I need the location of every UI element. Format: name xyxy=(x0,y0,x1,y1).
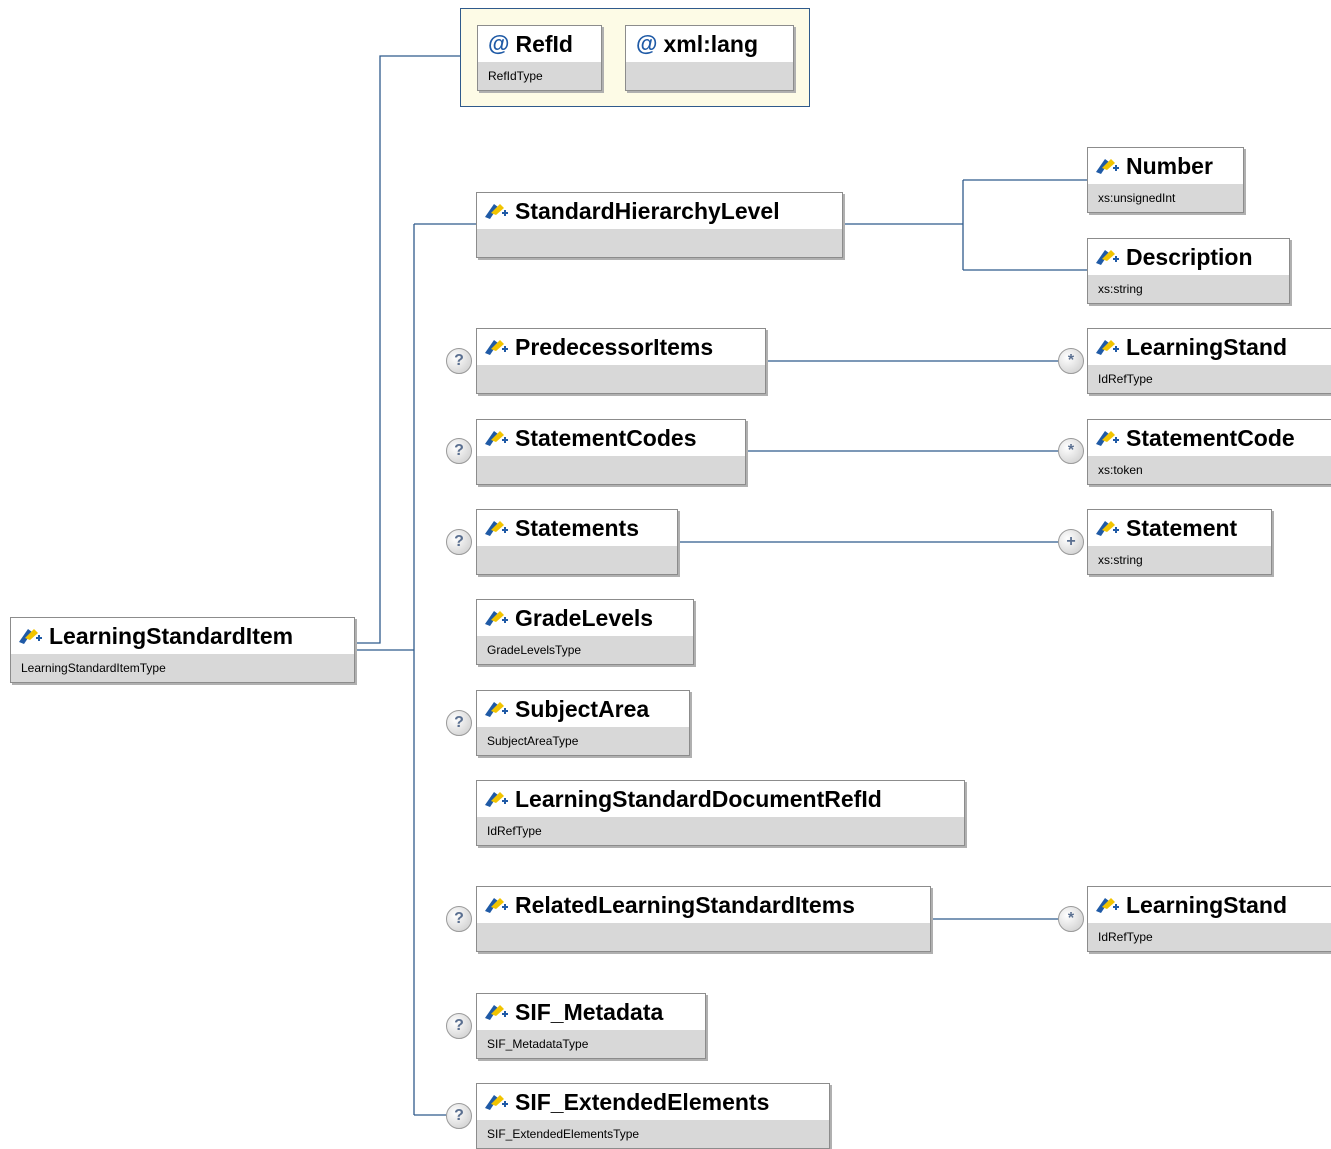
element-standard-hierarchy-level[interactable]: StandardHierarchyLevel xyxy=(476,192,843,258)
optional-badge: ? xyxy=(446,438,472,464)
element-icon xyxy=(1096,521,1119,536)
root-element-learning-standard-item[interactable]: LearningStandardItem LearningStandardIte… xyxy=(10,617,355,683)
root-attributes-connector xyxy=(355,55,460,644)
element-icon xyxy=(485,431,508,446)
element-icon xyxy=(485,898,508,913)
optional-badge: ? xyxy=(446,710,472,736)
one-or-more-badge: + xyxy=(1058,529,1084,555)
optional-badge: ? xyxy=(446,348,472,374)
element-statement-code[interactable]: StatementCode xs:token xyxy=(1087,419,1331,485)
element-icon xyxy=(485,611,508,626)
element-number[interactable]: Number xs:unsignedInt xyxy=(1087,147,1244,213)
zero-or-more-badge: * xyxy=(1058,348,1084,374)
optional-badge: ? xyxy=(446,1013,472,1039)
element-grade-levels[interactable]: GradeLevels GradeLevelsType xyxy=(476,599,694,665)
element-related-learning-standard-ref[interactable]: LearningStand IdRefType xyxy=(1087,886,1331,952)
element-icon xyxy=(485,1005,508,1020)
element-icon xyxy=(485,204,508,219)
optional-badge: ? xyxy=(446,906,472,932)
element-icon xyxy=(1096,340,1119,355)
element-statements[interactable]: Statements xyxy=(476,509,678,575)
element-sif-metadata[interactable]: SIF_Metadata SIF_MetadataType xyxy=(476,993,706,1059)
element-statement[interactable]: Statement xs:string xyxy=(1087,509,1272,575)
element-icon xyxy=(485,792,508,807)
element-related-learning-standard-items[interactable]: RelatedLearningStandardItems xyxy=(476,886,931,952)
zero-or-more-badge: * xyxy=(1058,906,1084,932)
element-sif-extended-elements[interactable]: SIF_ExtendedElements SIF_ExtendedElement… xyxy=(476,1083,830,1149)
element-description[interactable]: Description xs:string xyxy=(1087,238,1290,304)
optional-badge: ? xyxy=(446,529,472,555)
optional-badge: ? xyxy=(446,1103,472,1129)
element-icon xyxy=(1096,250,1119,265)
element-learning-standard-document-refid[interactable]: LearningStandardDocumentRefId IdRefType xyxy=(476,780,965,846)
element-icon xyxy=(1096,431,1119,446)
element-icon xyxy=(1096,159,1119,174)
attribute-xml-lang[interactable]: @ xml:lang xyxy=(625,25,794,91)
attribute-at-icon: @ xyxy=(636,31,658,56)
zero-or-more-badge: * xyxy=(1058,438,1084,464)
attribute-refid[interactable]: @ RefId RefIdType xyxy=(477,25,602,91)
element-icon xyxy=(1096,898,1119,913)
element-icon xyxy=(19,629,42,644)
element-icon xyxy=(485,702,508,717)
element-predecessor-learning-standard-ref[interactable]: LearningStand IdRefType xyxy=(1087,328,1331,394)
element-subject-area[interactable]: SubjectArea SubjectAreaType xyxy=(476,690,690,756)
attribute-group: @ RefId RefIdType @ xml:lang xyxy=(460,8,810,107)
element-icon xyxy=(485,340,508,355)
element-statement-codes[interactable]: StatementCodes xyxy=(476,419,746,485)
element-predecessor-items[interactable]: PredecessorItems xyxy=(476,328,766,394)
element-icon xyxy=(485,1095,508,1110)
element-icon xyxy=(485,521,508,536)
attribute-at-icon: @ xyxy=(488,31,510,56)
